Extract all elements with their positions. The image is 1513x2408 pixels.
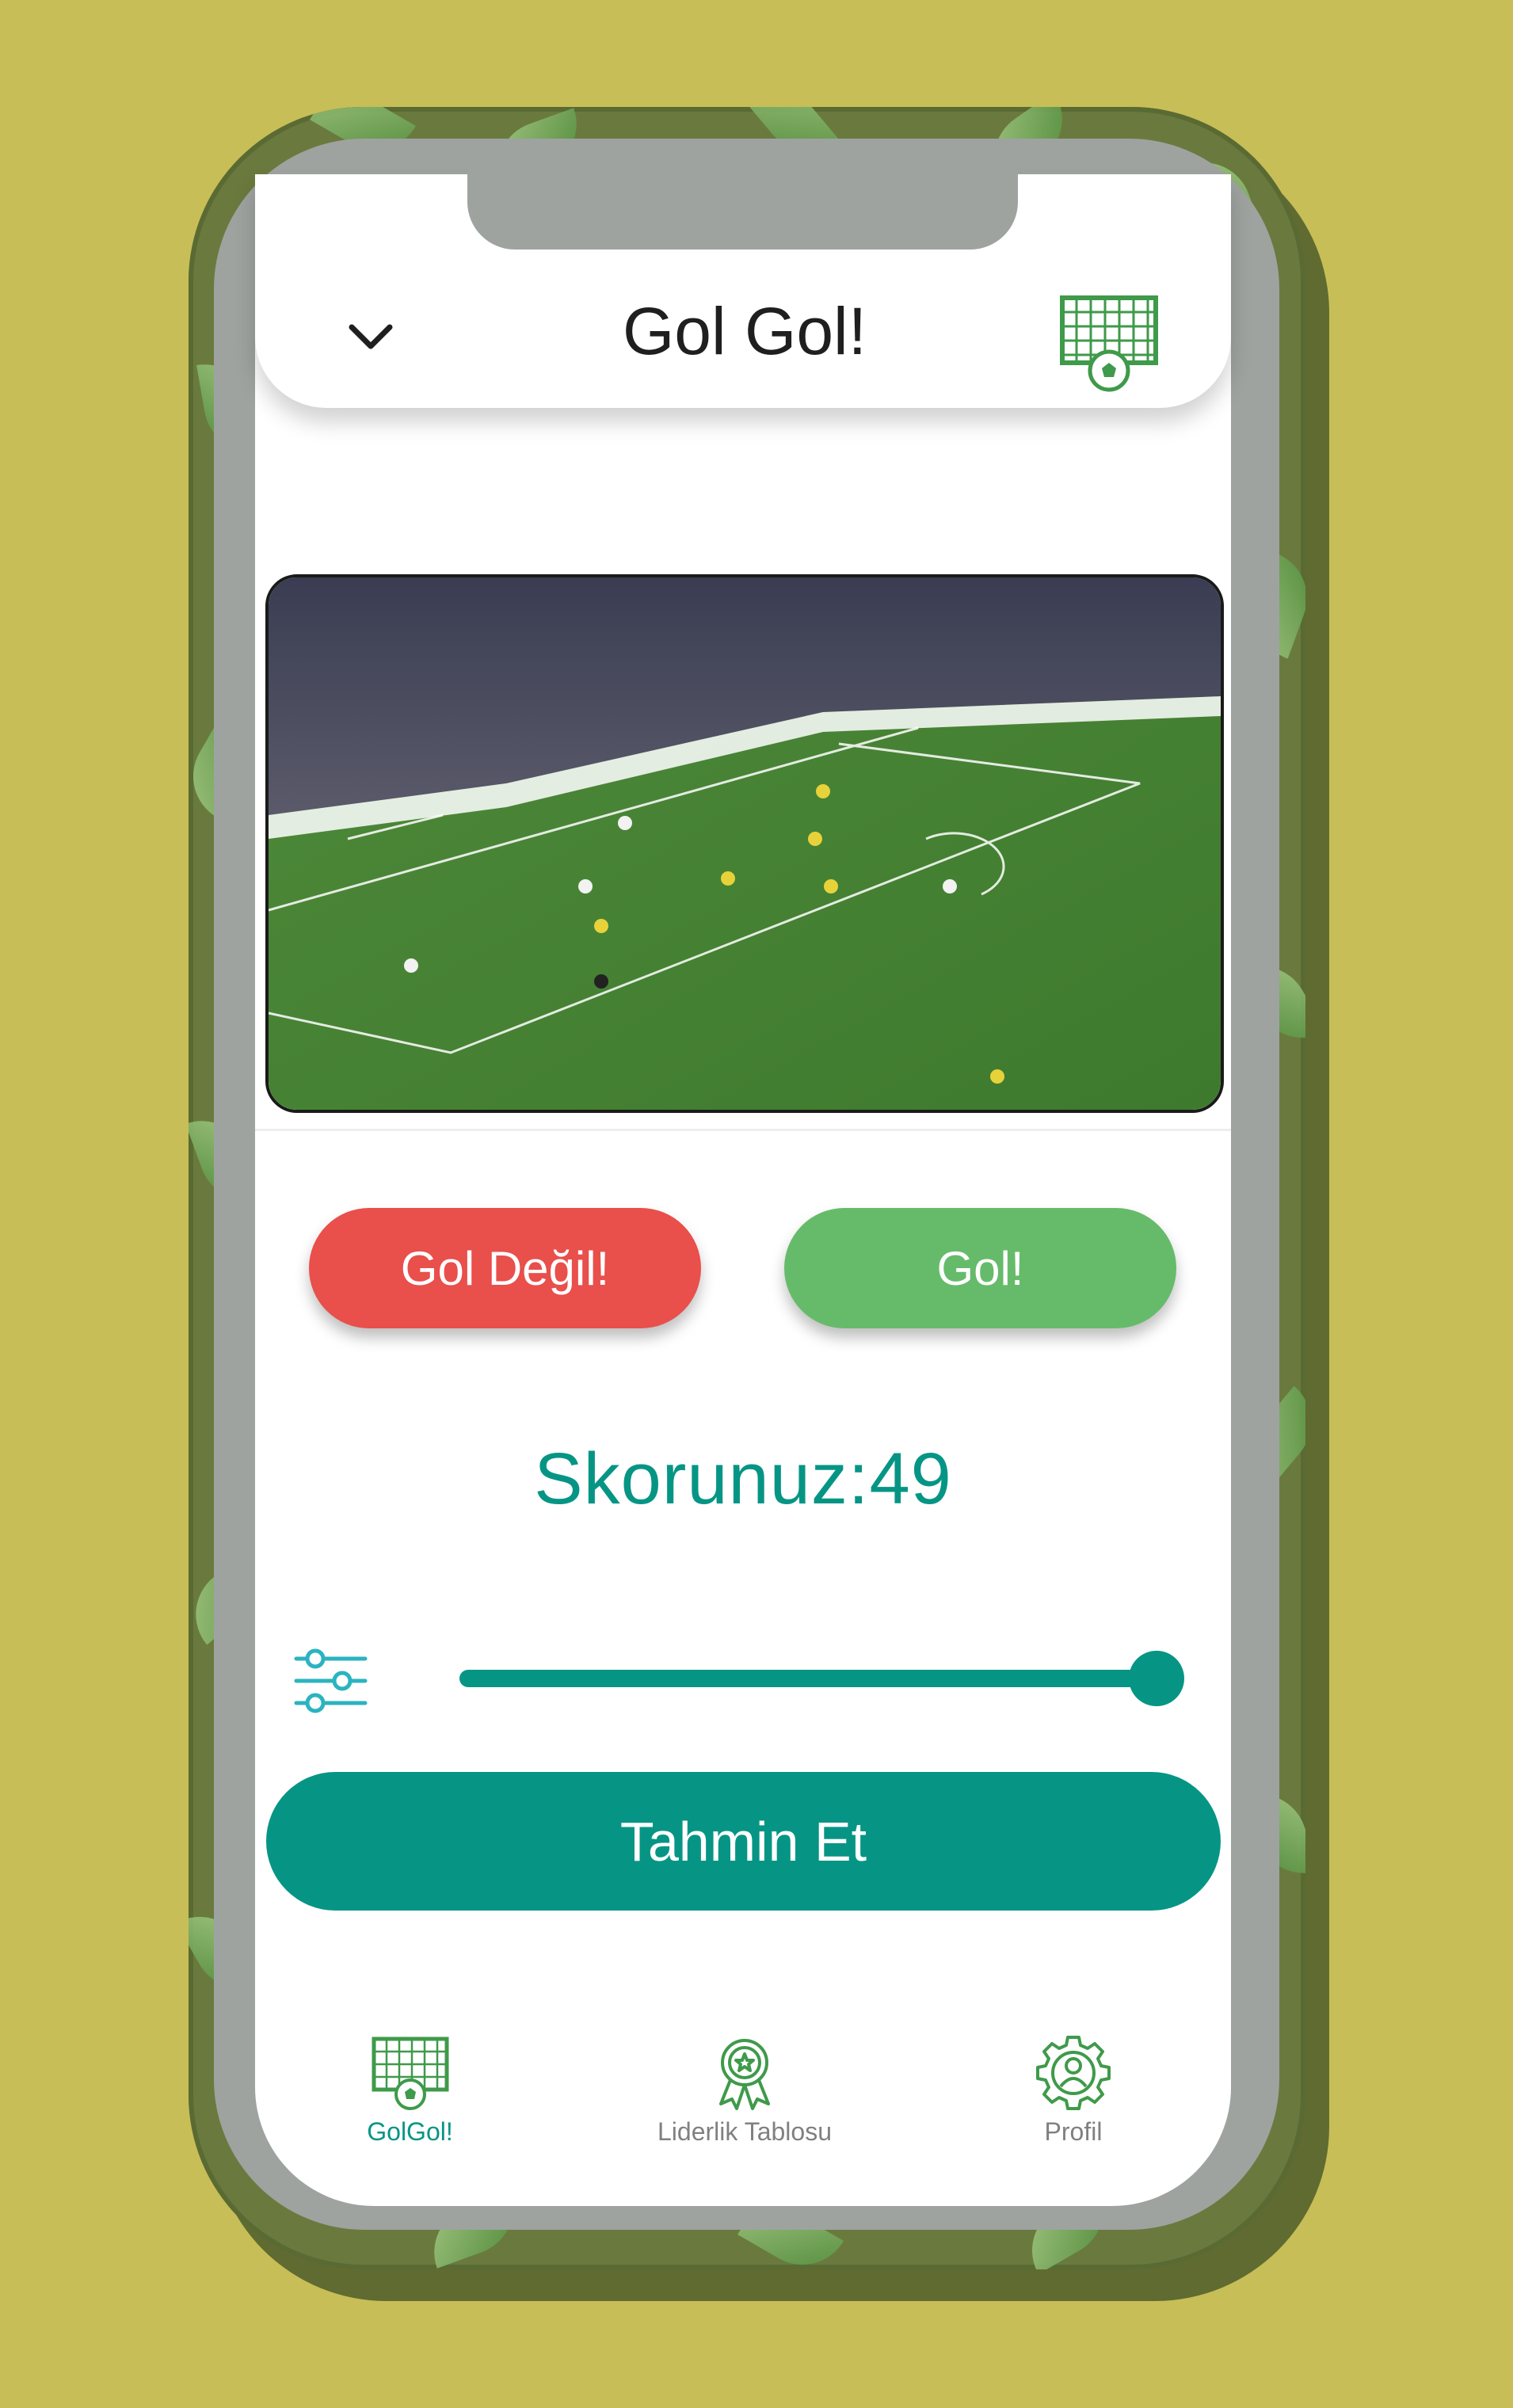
profile-gear-icon — [1036, 2036, 1111, 2110]
phone-notch — [467, 150, 1018, 250]
nav-item-leaderboard[interactable]: Liderlik Tablosu — [642, 2036, 848, 2147]
divider — [255, 1129, 1231, 1131]
guess-button[interactable]: Tahmin Et — [266, 1772, 1221, 1911]
football-match-video — [269, 577, 1221, 1110]
page-title: Gol Gol! — [622, 294, 867, 368]
nav-label-profile: Profil — [1044, 2117, 1103, 2146]
no-goal-button[interactable]: Gol Değil! — [309, 1208, 701, 1328]
slider-thumb[interactable] — [1129, 1651, 1184, 1706]
nav-label-leaderboard: Liderlik Tablosu — [657, 2117, 832, 2146]
slider-track[interactable] — [459, 1670, 1157, 1687]
nav-item-golgol[interactable]: GolGol! — [349, 2036, 471, 2147]
score-text: Skorunuz:49 — [534, 1438, 952, 1519]
match-video[interactable] — [265, 574, 1224, 1113]
nav-label-golgol: GolGol! — [367, 2117, 453, 2146]
chevron-down-icon[interactable] — [347, 313, 394, 360]
soccer-goal-icon[interactable] — [1058, 293, 1160, 392]
goal-button[interactable]: Gol! — [784, 1208, 1176, 1328]
soccer-goal-icon — [372, 2037, 448, 2110]
award-ribbon-icon — [719, 2039, 770, 2110]
sliders-icon[interactable] — [293, 1648, 368, 1715]
nav-item-profile[interactable]: Profil — [1030, 2036, 1117, 2147]
